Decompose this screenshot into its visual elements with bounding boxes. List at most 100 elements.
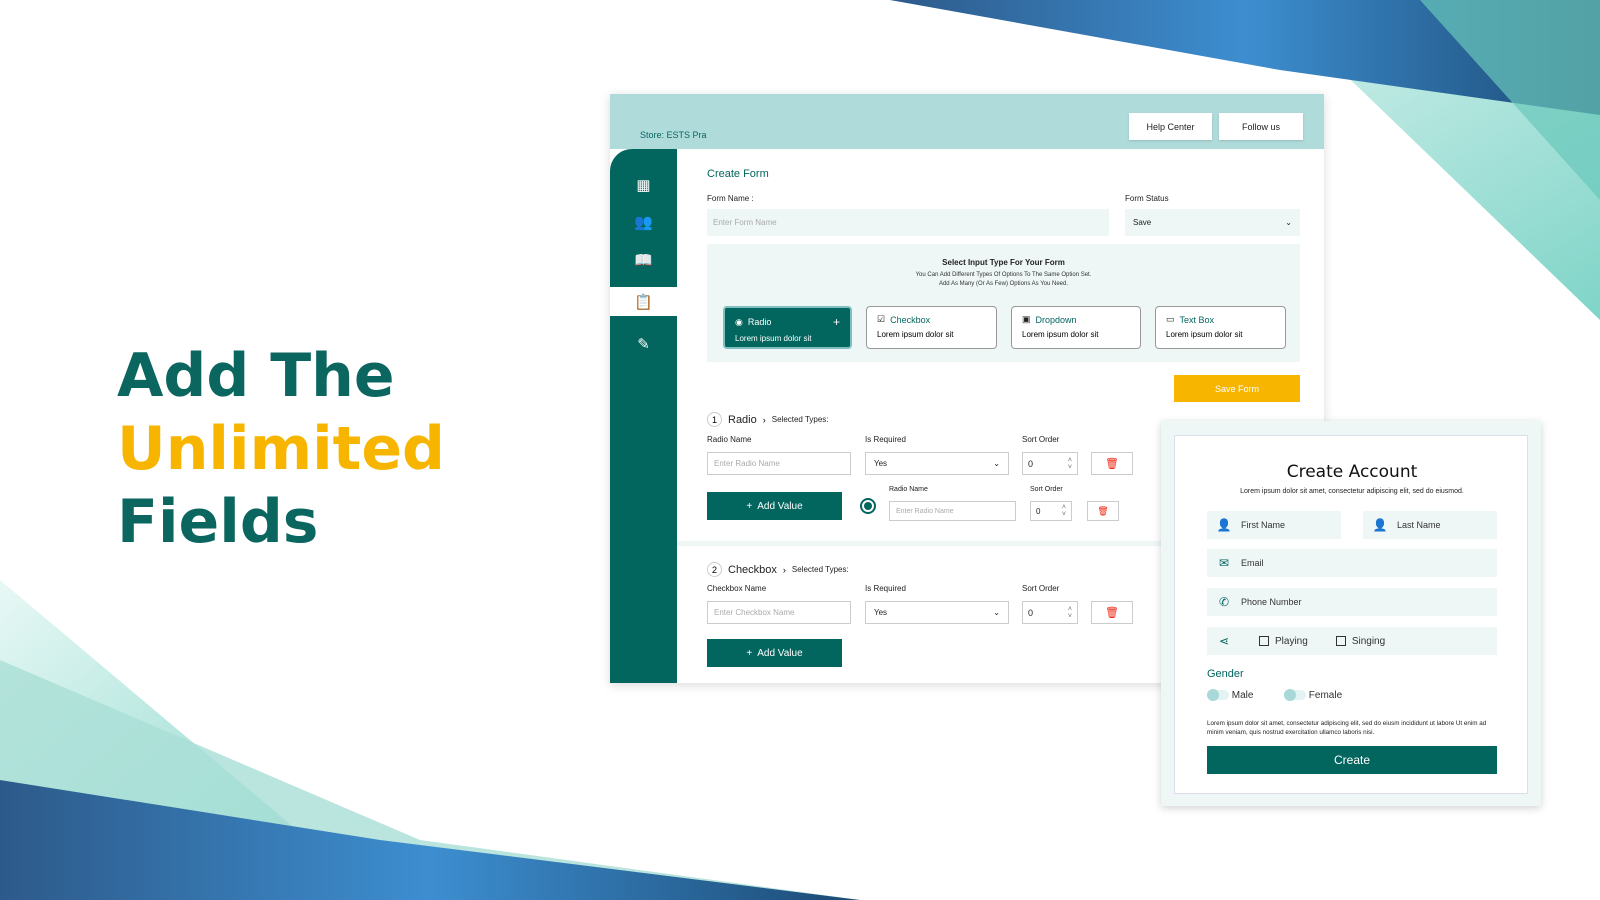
- sidebar: ▦ 👥 📖 📋 ✎: [610, 149, 677, 683]
- follow-us-button[interactable]: Follow us: [1219, 113, 1303, 140]
- input-type-card-checkbox[interactable]: ☑ Checkbox Lorem ipsum dolor sit: [866, 306, 997, 349]
- card-desc: Lorem ipsum dolor sit: [877, 330, 954, 339]
- is-required-value: Yes: [874, 608, 888, 617]
- hobby-label: Playing: [1275, 635, 1308, 647]
- input-type-card-radio[interactable]: ◉ Radio + Lorem ipsum dolor sit: [723, 306, 852, 349]
- form-name-input[interactable]: Enter Form Name: [707, 209, 1109, 236]
- form-status-label: Form Status: [1125, 194, 1169, 203]
- checkbox-name-input[interactable]: Enter Checkbox Name: [707, 601, 851, 624]
- plus-icon: +: [832, 315, 840, 329]
- value-sort-label: Sort Order: [1030, 486, 1063, 493]
- hobby-playing-checkbox[interactable]: Playing: [1259, 636, 1308, 647]
- delete-button[interactable]: 🗑: [1091, 601, 1133, 624]
- card-desc: Lorem ipsum dolor sit: [1022, 330, 1099, 339]
- form-status-select[interactable]: Save ⌄: [1125, 209, 1300, 236]
- trash-icon: 🗑: [1105, 458, 1119, 470]
- card-desc: Lorem ipsum dolor sit: [735, 334, 812, 343]
- headline-line-3: Fields: [117, 487, 319, 557]
- radio-name-input[interactable]: Enter Radio Name: [707, 452, 851, 475]
- plus-icon: +: [746, 647, 753, 659]
- hobbies-field: ⋖ Playing Singing: [1207, 627, 1497, 655]
- stepper-arrows-icon[interactable]: ˄ ˅: [1068, 606, 1072, 620]
- create-account-card: Create Account Lorem ipsum dolor sit ame…: [1161, 421, 1541, 806]
- value-name-input[interactable]: Enter Radio Name: [889, 501, 1016, 521]
- dashboard-icon[interactable]: ▦: [610, 172, 677, 198]
- chevron-down-icon: ⌄: [993, 459, 1000, 468]
- email-field[interactable]: ✉ Email: [1207, 549, 1497, 577]
- email-placeholder: Email: [1241, 558, 1264, 568]
- delete-button[interactable]: 🗑: [1091, 452, 1133, 475]
- book-icon[interactable]: 📖: [610, 247, 677, 273]
- stepper-arrows-icon[interactable]: ˄ ˅: [1062, 504, 1066, 518]
- sort-order-value: 0: [1028, 607, 1034, 618]
- edit-icon[interactable]: ✎: [610, 331, 677, 357]
- plus-icon: +: [746, 500, 753, 512]
- gender-male-toggle[interactable]: Male: [1207, 689, 1253, 702]
- save-form-button[interactable]: Save Form: [1174, 375, 1300, 402]
- sort-order-value: 0: [1028, 458, 1034, 469]
- create-button[interactable]: Create: [1207, 746, 1497, 774]
- trash-icon: 🗑: [1097, 505, 1109, 516]
- input-type-card-textbox[interactable]: ▭ Text Box Lorem ipsum dolor sit: [1155, 306, 1286, 349]
- user-icon: 👤: [1216, 518, 1232, 532]
- card-desc: Lorem ipsum dolor sit: [1166, 330, 1243, 339]
- last-name-field[interactable]: 👤 Last Name: [1363, 511, 1497, 539]
- hobby-label: Singing: [1351, 635, 1386, 647]
- terms-text: Lorem ipsum dolor sit amet, consectetur …: [1207, 720, 1487, 736]
- add-value-button[interactable]: + Add Value: [707, 639, 842, 667]
- form-status-value: Save: [1133, 218, 1152, 227]
- card-name: Radio: [747, 317, 772, 327]
- add-value-label: Add Value: [757, 647, 803, 659]
- radio-button[interactable]: [860, 498, 876, 514]
- section-number: 1: [707, 412, 722, 427]
- input-type-desc-1: You Can Add Different Types Of Options T…: [915, 272, 1092, 278]
- stepper-arrows-icon[interactable]: ˄ ˅: [1068, 457, 1072, 471]
- checkbox-icon: ☑: [877, 314, 886, 324]
- chevron-down-icon: ⌄: [993, 608, 1000, 617]
- chevron-right-icon: ›: [782, 564, 786, 575]
- hobby-singing-checkbox[interactable]: Singing: [1335, 635, 1386, 647]
- sort-order-label: Sort Order: [1022, 435, 1060, 444]
- gender-female-toggle[interactable]: Female: [1284, 689, 1342, 702]
- last-name-placeholder: Last Name: [1397, 520, 1441, 530]
- dropdown-icon: ▣: [1022, 314, 1031, 324]
- section-type: Checkbox: [728, 563, 777, 576]
- add-value-button[interactable]: + Add Value: [707, 492, 842, 520]
- store-name: Store: ESTS Pra: [640, 130, 707, 140]
- section-number: 2: [707, 562, 722, 577]
- sort-order-stepper[interactable]: 0 ˄ ˅: [1022, 452, 1078, 475]
- account-title: Create Account: [1286, 462, 1418, 482]
- is-required-select[interactable]: Yes ⌄: [865, 452, 1009, 475]
- sort-order-stepper[interactable]: 0 ˄ ˅: [1022, 601, 1078, 624]
- first-name-placeholder: First Name: [1241, 520, 1286, 530]
- radio-icon: ◉: [735, 316, 743, 327]
- share-icon: ⋖: [1218, 634, 1230, 648]
- app-header: Store: ESTS Pra Help Center Follow us: [610, 94, 1324, 149]
- add-value-label: Add Value: [757, 500, 803, 512]
- section-header-checkbox: 2 Checkbox › Selected Types:: [707, 562, 849, 577]
- section-type: Radio: [728, 413, 757, 426]
- value-sort-stepper[interactable]: 0 ˄ ˅: [1030, 501, 1072, 521]
- phone-placeholder: Phone Number: [1241, 597, 1302, 607]
- delete-value-button[interactable]: 🗑: [1087, 501, 1119, 521]
- radio-name-label: Radio Name: [707, 435, 752, 444]
- help-center-button[interactable]: Help Center: [1129, 113, 1212, 140]
- section-header-radio: 1 Radio › Selected Types:: [707, 412, 829, 427]
- phone-field[interactable]: ✆ Phone Number: [1207, 588, 1497, 616]
- users-icon[interactable]: 👥: [610, 209, 677, 235]
- first-name-field[interactable]: 👤 First Name: [1207, 511, 1341, 539]
- input-type-card-dropdown[interactable]: ▣ Dropdown Lorem ipsum dolor sit: [1011, 306, 1141, 349]
- user-icon: 👤: [1372, 518, 1388, 532]
- input-type-title: Select Input Type For Your Form: [942, 258, 1065, 267]
- create-account-form: Create Account Lorem ipsum dolor sit ame…: [1174, 435, 1528, 794]
- headline-line-1: Add The: [117, 341, 395, 411]
- is-required-select[interactable]: Yes ⌄: [865, 601, 1009, 624]
- headline: Add The Unlimited Fields: [117, 340, 445, 559]
- card-name: Text Box: [1179, 314, 1215, 325]
- selected-types-label: Selected Types:: [791, 565, 849, 574]
- card-name: Dropdown: [1035, 314, 1077, 325]
- card-name: Checkbox: [890, 314, 931, 325]
- trash-icon: 🗑: [1105, 607, 1119, 619]
- clipboard-icon[interactable]: 📋: [610, 287, 677, 316]
- form-name-label: Form Name :: [707, 194, 754, 203]
